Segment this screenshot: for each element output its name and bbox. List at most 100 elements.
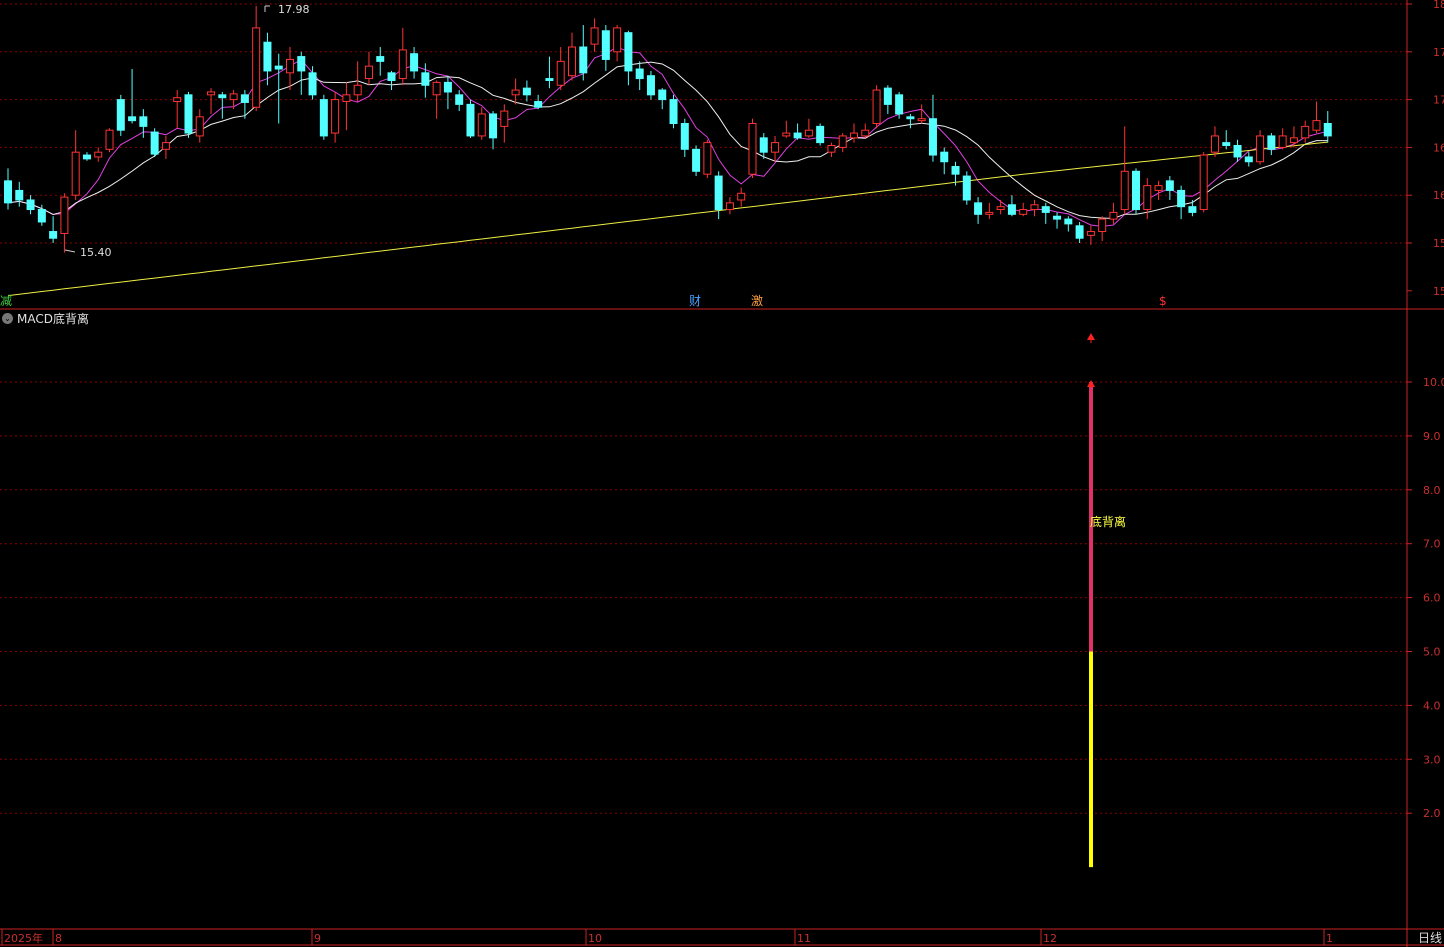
time-tick-label: 2025年 xyxy=(4,931,43,945)
axes-frame xyxy=(0,0,1444,947)
candlestick xyxy=(816,123,825,146)
candlestick xyxy=(883,85,892,114)
candlestick xyxy=(319,94,328,140)
period-label[interactable]: 日线 xyxy=(1418,929,1442,946)
candlestick xyxy=(105,128,114,153)
price-tick-label: 15.5 xyxy=(1433,237,1444,250)
candlestick xyxy=(443,75,452,110)
divergence-signal xyxy=(1087,333,1095,868)
event-markers: 减 财 激 $ xyxy=(0,294,1167,308)
candlestick xyxy=(692,145,701,177)
time-axis: 2025年 8 9 10 11 12 1 xyxy=(1,929,1333,945)
indicator-tick-label: 9.0 xyxy=(1423,430,1441,443)
candlestick xyxy=(26,195,35,215)
indicator-tick-label: 5.0 xyxy=(1423,646,1441,659)
candlestick xyxy=(1312,101,1321,134)
candlestick xyxy=(1267,133,1276,156)
candlesticks[interactable] xyxy=(4,5,1332,253)
up-arrow-icon xyxy=(1087,380,1095,387)
marker-incentive[interactable]: 激 xyxy=(751,294,763,308)
candlestick xyxy=(1177,185,1186,220)
divergence-label: 底背离 xyxy=(1090,514,1126,529)
candlestick xyxy=(940,147,949,175)
marker-dollar[interactable]: $ xyxy=(1159,294,1167,308)
candlestick xyxy=(646,70,655,100)
high-price-label: 17.98 xyxy=(278,3,310,16)
ma5-line xyxy=(7,46,1328,227)
candlestick xyxy=(613,25,622,62)
time-tick-label: 12 xyxy=(1043,932,1057,945)
indicator-tick-label: 7.0 xyxy=(1423,538,1441,551)
candlestick xyxy=(71,130,80,200)
price-tick-label: 15.0 xyxy=(1433,285,1444,298)
candlestick xyxy=(229,90,238,110)
candlestick xyxy=(116,94,125,136)
candlestick xyxy=(455,90,464,112)
candlestick xyxy=(737,187,746,207)
candlestick xyxy=(1301,120,1310,143)
candlestick xyxy=(173,90,182,129)
candlestick xyxy=(782,120,791,138)
candlestick xyxy=(150,128,159,157)
marker-finance[interactable]: 财 xyxy=(689,294,701,308)
candlestick xyxy=(240,90,249,119)
candlestick xyxy=(489,111,498,150)
candlestick xyxy=(207,88,216,114)
candlestick xyxy=(974,197,983,224)
candlestick xyxy=(500,104,509,143)
candlestick xyxy=(996,199,1005,215)
candlestick xyxy=(838,133,847,153)
candlestick xyxy=(195,109,204,143)
price-tick-label: 17.0 xyxy=(1433,94,1444,107)
candlestick xyxy=(522,80,531,102)
time-tick-label: 9 xyxy=(314,932,321,945)
indicator-axis: 10.0 9.0 8.0 7.0 6.0 5.0 4.0 3.0 2.0 xyxy=(1407,376,1444,820)
candlestick xyxy=(252,5,261,112)
candlestick xyxy=(184,91,193,138)
candlestick xyxy=(601,25,610,71)
stock-chart[interactable]: 18.017.517.016.516.015.515.0 10.09.08.07… xyxy=(0,0,1444,947)
time-tick-label: 11 xyxy=(797,932,811,945)
candlestick xyxy=(60,193,69,253)
candlestick xyxy=(1289,126,1298,148)
marker-reduce[interactable]: 减 xyxy=(0,294,12,308)
candlestick xyxy=(274,53,283,124)
time-tick-label: 10 xyxy=(588,932,602,945)
indicator-tick-label: 4.0 xyxy=(1423,699,1441,712)
candlestick xyxy=(1007,195,1016,217)
candlestick xyxy=(477,107,486,140)
candlestick xyxy=(49,216,58,243)
candlestick xyxy=(4,168,12,210)
candlestick xyxy=(82,152,91,161)
candlestick xyxy=(364,51,373,86)
candlestick xyxy=(917,104,926,124)
time-tick-label: 1 xyxy=(1326,932,1333,945)
indicator-name: MACD底背离 xyxy=(17,311,89,326)
candlestick xyxy=(286,47,294,91)
candlestick xyxy=(1165,176,1174,200)
candlestick xyxy=(387,70,396,91)
grid-lines xyxy=(0,3,1407,814)
collapse-icon[interactable]: ⌄ xyxy=(2,312,13,324)
candlestick xyxy=(714,171,723,220)
indicator-tab[interactable]: ⌄ MACD底背离 xyxy=(2,310,89,326)
price-axis: 18.0 17.5 17.0 16.5 16.0 15.5 15.0 xyxy=(1407,0,1444,298)
candlestick xyxy=(161,135,170,159)
candlestick xyxy=(1278,128,1287,150)
candlestick xyxy=(432,80,441,119)
candlestick xyxy=(1064,216,1073,232)
indicator-tick-label: 10.0 xyxy=(1423,376,1444,389)
low-price-label: 15.40 xyxy=(80,246,112,259)
price-tick-label: 16.5 xyxy=(1433,141,1444,154)
candlestick xyxy=(861,123,870,138)
candlestick xyxy=(748,118,757,178)
candlestick xyxy=(398,27,407,86)
indicator-tick-label: 3.0 xyxy=(1423,753,1441,766)
candlestick xyxy=(635,61,644,91)
price-tick-label: 16.0 xyxy=(1433,189,1444,202)
candlestick xyxy=(545,56,554,89)
candlestick xyxy=(511,78,520,105)
candlestick xyxy=(1098,216,1107,242)
indicator-tick-label: 6.0 xyxy=(1423,592,1441,605)
price-tick-label: 18.0 xyxy=(1433,0,1444,11)
